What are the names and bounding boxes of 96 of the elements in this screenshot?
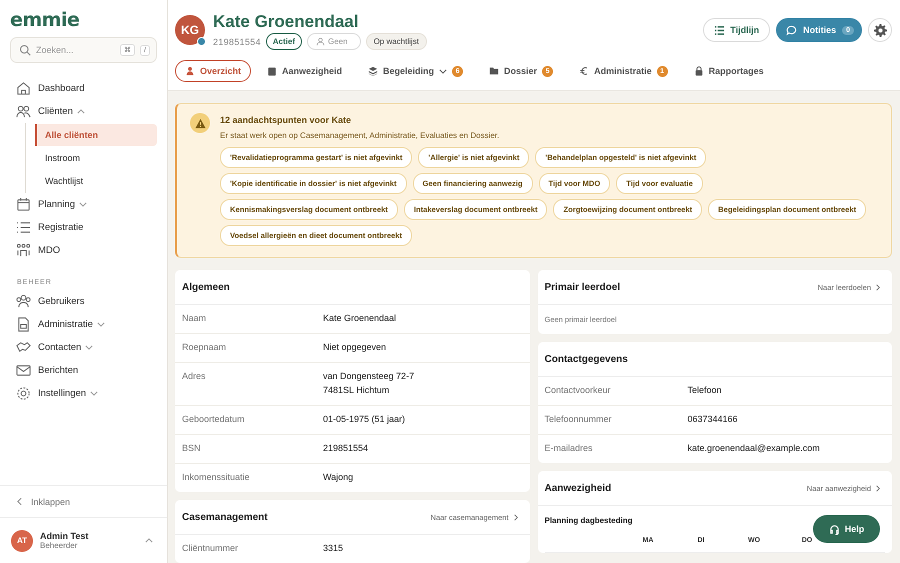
nav-label: Contacten: [38, 342, 82, 353]
nav-label: Instellingen: [38, 388, 86, 399]
field-value: 219851554: [323, 442, 368, 455]
nav-label: Berichten: [38, 365, 78, 376]
field-value: 0637344166: [688, 413, 738, 426]
field-value: Telefoon: [688, 384, 722, 397]
field-label: E-mailadres: [544, 443, 594, 455]
field-label: Roepnaam: [182, 342, 228, 354]
tab[interactable]: Overzicht: [175, 60, 252, 82]
folder-icon: [489, 66, 500, 76]
settings-button[interactable]: [868, 18, 892, 42]
nav-subitem[interactable]: Alle cliënten: [35, 124, 157, 146]
settings-icon: [874, 24, 886, 36]
section-subtitle: Planning dagbesteding: [544, 516, 633, 525]
client-name: Kate Groenendaal: [213, 12, 360, 32]
user-avatar: AT: [11, 530, 33, 552]
field-value: van Dongensteeg 72-7 7481SL Hichtum: [323, 370, 414, 397]
nav-label: MDO: [38, 245, 60, 256]
nav-item[interactable]: Contacten: [0, 336, 167, 359]
nav-subitem[interactable]: Wachtlijst: [35, 170, 157, 192]
field-label: Adres: [182, 371, 207, 383]
field-label: BSN: [182, 443, 202, 455]
nav-item[interactable]: Administratie: [0, 313, 167, 336]
client-avatar: KG: [175, 15, 205, 45]
field-label: Geboortedatum: [182, 414, 246, 426]
mentor-badge: Geen: [306, 33, 361, 50]
list-icon: [714, 24, 726, 36]
nav-subitem[interactable]: Instroom: [35, 147, 157, 169]
collapse-label: Inklappen: [31, 496, 70, 506]
nav-label: Administratie: [38, 319, 93, 330]
person-icon: [316, 37, 325, 46]
chevron-right-icon: [876, 284, 880, 290]
lock-icon: [694, 66, 704, 76]
user-name: Admin Test: [40, 531, 90, 541]
collapse-button[interactable]: Inklappen: [0, 485, 167, 518]
headset-icon: [828, 524, 840, 534]
users-icon: [16, 104, 31, 119]
tab[interactable]: Aanwezigheid: [257, 60, 352, 82]
euro-icon: [579, 66, 590, 76]
help-button[interactable]: Help: [813, 515, 880, 543]
waitlist-badge: Op wachtlijst: [366, 33, 427, 50]
nav-label: Dashboard: [38, 83, 84, 94]
group-icon: [16, 294, 31, 309]
chat-icon: [786, 24, 798, 36]
mail-icon: [16, 363, 31, 378]
search-field[interactable]: Zoeken...: [36, 45, 116, 55]
card-title: Algemeen: [182, 282, 230, 292]
home-icon: [16, 81, 31, 96]
person-icon: [185, 66, 195, 76]
warning-icon: [190, 113, 210, 133]
alert-title: 12 aandachtspunten voor Kate: [220, 115, 352, 125]
online-dot: [197, 37, 206, 46]
alert-text: Er staat werk open op Casemanagement, Administratie, Evaluaties en Dossier.: [220, 131, 500, 140]
nav-item[interactable]: Dashboard: [0, 77, 167, 100]
field-value: 01-05-1975 (51 jaar): [323, 413, 406, 426]
nav-item[interactable]: Gebruikers: [0, 290, 167, 313]
tab[interactable]: Rapportages: [684, 60, 774, 82]
search-icon: [19, 44, 31, 56]
card-title: Aanwezigheid: [544, 482, 612, 494]
user-role: Beheerder: [40, 541, 78, 550]
nav-item[interactable]: Planning: [0, 193, 167, 216]
nav-item[interactable]: Registratie: [0, 216, 167, 239]
chevron-up-icon: [145, 538, 153, 543]
nav-label: Cliënten: [38, 106, 73, 117]
chevron-right-icon: [514, 514, 518, 520]
field-label: Naam: [182, 313, 208, 325]
nav-item[interactable]: Cliënten: [0, 100, 167, 123]
chevron-left-icon: [17, 497, 22, 506]
status-badge: Actief: [266, 33, 302, 50]
field-value: Kate Groenendaal: [323, 312, 396, 325]
nav-label: Planning: [38, 199, 75, 210]
field-label: Contactvoorkeur: [544, 385, 612, 397]
list-icon: [16, 220, 31, 235]
field-value: Niet opgegeven: [323, 341, 386, 354]
user-menu[interactable]: AT Admin Test Beheerder: [0, 518, 167, 563]
field-value: Wajong: [323, 471, 354, 484]
layers-icon: [368, 66, 378, 76]
doc-icon: [16, 317, 31, 332]
timeline-button[interactable]: Tijdlijn: [703, 18, 770, 42]
nav-item[interactable]: Instellingen: [0, 382, 167, 405]
field-label: Cliëntnummer: [182, 543, 240, 555]
client-number: 219851554: [213, 36, 261, 46]
nav-item[interactable]: MDO: [0, 239, 167, 262]
field-label: Telefoonnummer: [544, 414, 613, 426]
field-label: Inkomenssituatie: [182, 472, 251, 484]
card-title: Contactgegevens: [544, 354, 628, 364]
field-value: kate.groenendaal@example.com: [688, 442, 820, 455]
field-value: 3315: [323, 542, 344, 555]
card-title: Primair leerdoel: [544, 282, 620, 292]
chevron-right-icon: [876, 484, 880, 492]
card-title: Casemanagement: [182, 512, 268, 522]
nav-label: Registratie: [38, 222, 84, 233]
app-logo: emmie: [10, 9, 80, 33]
calendar-icon: [16, 197, 31, 212]
nav-item[interactable]: Berichten: [0, 359, 167, 382]
nav-label: Gebruikers: [38, 296, 84, 307]
